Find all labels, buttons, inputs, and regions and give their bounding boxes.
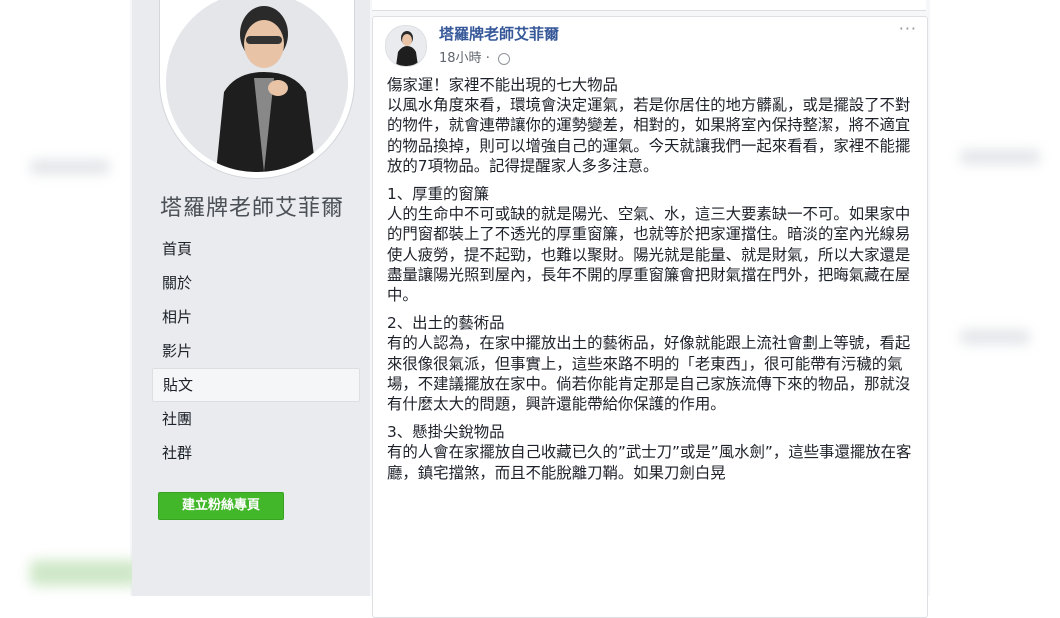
avatar-photo <box>166 0 348 172</box>
nav-item-videos[interactable]: 影片 <box>152 334 360 368</box>
nav-item-about[interactable]: 關於 <box>152 266 360 300</box>
section-text: 有的人認為，在家中擺放出土的藝術品，好像就能跟上流社會劃上等號，看起來很像很氣派… <box>387 334 911 414</box>
section-heading: 1、厚重的窗簾 <box>387 185 490 204</box>
blurred-background-element <box>30 560 140 586</box>
section-text: 人的生命中不可或缺的就是陽光、空氣、水，這三大要素缺一不可。如果家中的門窗都裝上… <box>387 205 911 305</box>
nav-item-community[interactable]: 社群 <box>152 436 360 470</box>
section-heading: 2、出土的藝術品 <box>387 314 505 333</box>
post-author-avatar[interactable] <box>385 25 427 67</box>
blurred-background-element <box>30 160 110 174</box>
page-navigation: 首頁 關於 相片 影片 貼文 社團 社群 <box>152 232 360 470</box>
section-heading: 3、懸掛尖銳物品 <box>387 423 505 442</box>
blurred-background-element <box>960 150 1040 164</box>
globe-icon <box>497 52 510 65</box>
post-intro: 傷家運！家裡不能出現的七大物品 以風水角度來看，環境會決定運氣，若是你居住的地方… <box>387 76 911 175</box>
create-page-button[interactable]: 建立粉絲專頁 <box>158 492 284 520</box>
page-name: 塔羅牌老師艾菲爾 <box>160 196 345 221</box>
nav-item-photos[interactable]: 相片 <box>152 300 360 334</box>
post-meta: 18小時 · <box>439 47 510 66</box>
post-card: 塔羅牌老師艾菲爾 18小時 · ··· 傷家運！家裡不能出現的七大物品 以風水角… <box>372 16 928 618</box>
post-timestamp[interactable]: 18小時 <box>439 51 482 66</box>
nav-item-posts[interactable]: 貼文 <box>152 368 360 402</box>
person-avatar-icon <box>386 26 426 66</box>
post-author-name[interactable]: 塔羅牌老師艾菲爾 <box>439 23 559 44</box>
previous-card-edge <box>372 0 926 11</box>
nav-item-groups[interactable]: 社團 <box>152 402 360 436</box>
nav-item-home[interactable]: 首頁 <box>152 232 360 266</box>
right-background <box>930 0 1060 596</box>
more-options-icon[interactable]: ··· <box>899 19 917 38</box>
post-body: 傷家運！家裡不能出現的七大物品 以風水角度來看，環境會決定運氣，若是你居住的地方… <box>387 75 919 483</box>
person-portrait-icon <box>166 0 348 172</box>
left-background <box>0 0 130 596</box>
section-text: 有的人會在家擺放自己收藏已久的”武士刀”或是”風水劍”，這些事還擺放在客廳，鎮宅… <box>387 443 912 482</box>
blurred-background-element <box>960 330 1030 344</box>
